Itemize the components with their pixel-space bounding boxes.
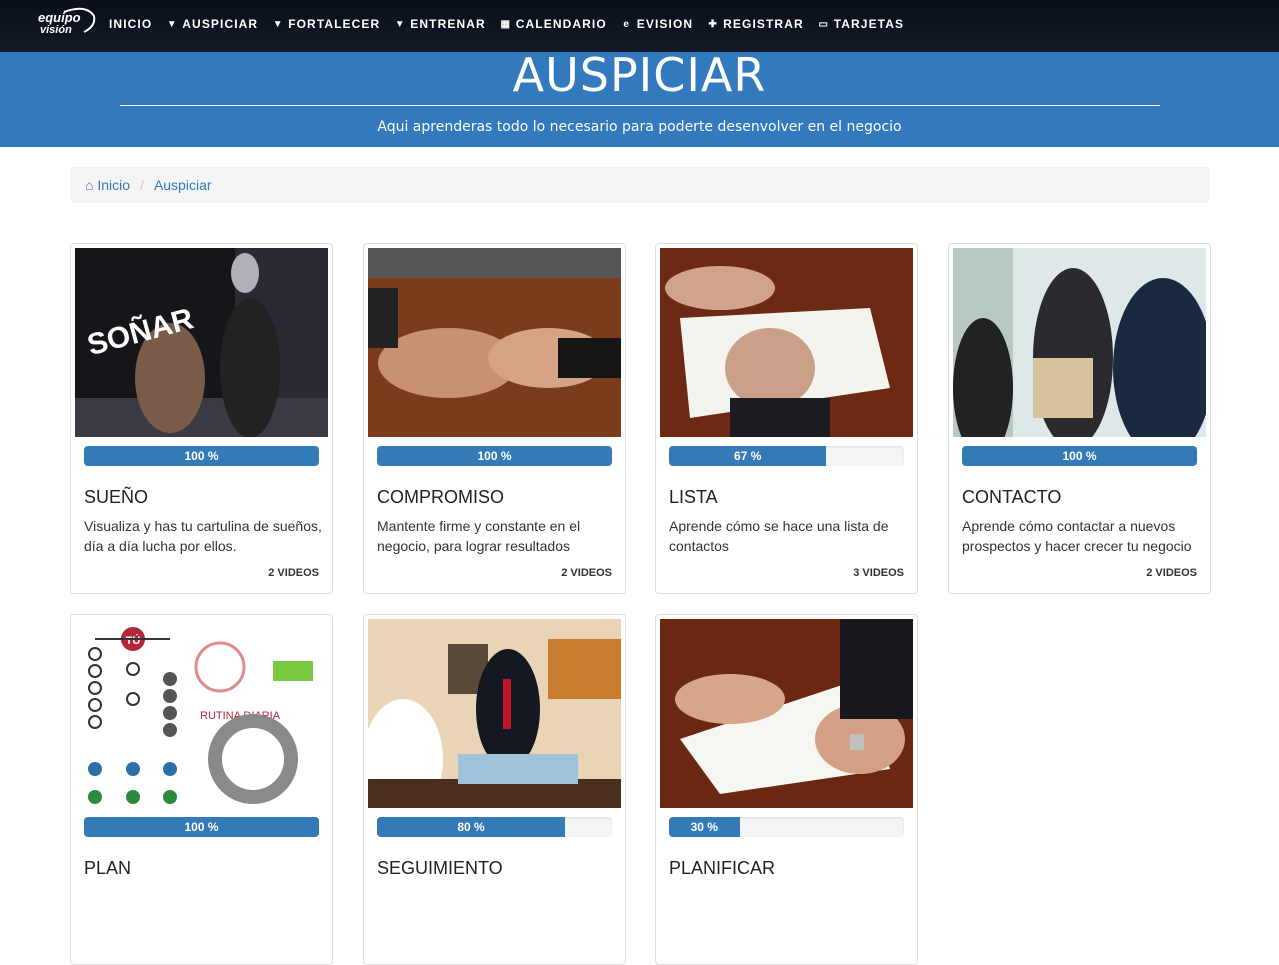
module-description: Mantente firme y constante en el negocio… (377, 518, 581, 554)
module-description: Aprende cómo se hace una lista de contac… (669, 518, 889, 554)
module-card-seguimiento[interactable]: 80 % SEGUIMIENTO (363, 614, 626, 965)
nav-item-label: AUSPICIAR (182, 17, 259, 31)
nav-item-registrar[interactable]: ✚ REGISTRAR (707, 17, 804, 31)
progress-fill: 80 % (377, 817, 565, 837)
nav-item-calendario[interactable]: ▦ CALENDARIO (500, 17, 607, 31)
module-thumbnail[interactable] (660, 619, 913, 808)
progress-fill: 30 % (669, 817, 740, 837)
module-title[interactable]: PLANIFICAR (669, 858, 775, 879)
logo-text-line1: equipo (38, 10, 81, 25)
video-count: 2 VIDEOS (268, 567, 319, 579)
caret-down-icon: ▼ (272, 18, 284, 30)
module-title[interactable]: PLAN (84, 858, 131, 879)
progress-fill: 100 % (962, 446, 1197, 466)
home-icon: ⌂ (85, 177, 94, 193)
progress-bar: 67 % (669, 446, 904, 466)
progress-bar: 100 % (84, 817, 319, 837)
page-subtitle: Aqui aprenderas todo lo necesario para p… (377, 119, 902, 135)
module-title[interactable]: SEGUIMIENTO (377, 858, 503, 879)
progress-bar: 80 % (377, 817, 612, 837)
nav-item-label: EVISION (636, 17, 694, 31)
nav-item-label: ENTRENAR (410, 17, 486, 31)
module-card-planificar[interactable]: 30 % PLANIFICAR (655, 614, 918, 965)
equipo-vision-logo[interactable]: equipo visión (34, 6, 98, 40)
evision-icon: e (623, 18, 631, 30)
module-thumbnail[interactable] (660, 248, 913, 437)
nav-item-inicio[interactable]: INICIO (109, 17, 152, 31)
module-thumbnail[interactable]: TÚ RUTINA DIARIA (75, 619, 328, 808)
nav-item-label: CALENDARIO (515, 17, 607, 31)
module-thumbnail[interactable] (368, 248, 621, 437)
nav-item-label: TARJETAS (833, 17, 905, 31)
breadcrumb-current[interactable]: Auspiciar (154, 177, 212, 193)
module-title[interactable]: SUEÑO (84, 487, 148, 508)
module-card-lista[interactable]: 67 % LISTA Aprende cómo se hace una lista … (655, 243, 918, 594)
module-description: Aprende cómo contactar a nuevos prospect… (962, 518, 1192, 554)
caret-down-icon: ▼ (394, 18, 406, 30)
video-count: 3 VIDEOS (853, 567, 904, 579)
nav-item-auspiciar[interactable]: ▼ AUSPICIAR (166, 17, 258, 31)
nav-item-tarjetas[interactable]: ▭ TARJETAS (818, 17, 904, 31)
progress-bar: 100 % (962, 446, 1197, 466)
breadcrumb: ⌂ Inicio / Auspiciar (70, 167, 1210, 203)
module-thumbnail[interactable]: SOÑAR (75, 248, 328, 437)
progress-fill: 100 % (84, 817, 319, 837)
caret-down-icon: ▼ (166, 18, 178, 30)
progress-fill: 67 % (669, 446, 827, 466)
breadcrumb-separator: / (140, 177, 144, 193)
module-description: Visualiza y has tu cartulina de sueños, … (84, 518, 322, 554)
logo-text-line2: visión (40, 24, 72, 36)
page-title: AUSPICIAR (512, 48, 767, 102)
nav-item-fortalecer[interactable]: ▼ FORTALECER (272, 17, 380, 31)
module-title[interactable]: LISTA (669, 487, 718, 508)
svg-text:TÚ: TÚ (126, 634, 141, 647)
nav-item-entrenar[interactable]: ▼ ENTRENAR (394, 17, 485, 31)
video-count: 2 VIDEOS (1146, 567, 1197, 579)
breadcrumb-home-link[interactable]: ⌂ Inicio (85, 177, 130, 193)
progress-fill: 100 % (84, 446, 319, 466)
video-count: 2 VIDEOS (561, 567, 612, 579)
nav-item-label: FORTALECER (288, 17, 381, 31)
progress-bar: 100 % (84, 446, 319, 466)
progress-bar: 100 % (377, 446, 612, 466)
progress-bar: 30 % (669, 817, 904, 837)
breadcrumb-home-label: Inicio (97, 177, 131, 193)
title-divider (120, 105, 1160, 106)
module-title[interactable]: COMPROMISO (377, 487, 504, 508)
module-title[interactable]: CONTACTO (962, 487, 1061, 508)
progress-fill: 100 % (377, 446, 612, 466)
module-card-compromiso[interactable]: 100 % COMPROMISO Mantente firme y constant… (363, 243, 626, 594)
top-navbar: equipo visión INICIO ▼ AUSPICIAR ▼ FORTALECE… (0, 0, 1279, 52)
nav-menu: INICIO ▼ AUSPICIAR ▼ FORTALECER ▼ ENTRENAR ▦ CAL… (109, 17, 918, 31)
calendar-icon: ▦ (500, 18, 512, 30)
module-thumbnail[interactable] (368, 619, 621, 808)
nav-item-label: INICIO (109, 17, 153, 31)
id-card-icon: ▭ (818, 18, 830, 30)
module-card-plan[interactable]: TÚ RUTINA DIARIA 100 % PLAN (70, 614, 333, 965)
module-thumbnail[interactable] (953, 248, 1206, 437)
page-header: AUSPICIAR Aqui aprenderas todo lo necesa… (0, 52, 1279, 147)
module-card-contacto[interactable]: 100 % CONTACTO Aprende cómo contactar a nu… (948, 243, 1211, 594)
module-card-sueño[interactable]: SOÑAR 100 % SUEÑO Visualiza y has tu cartul… (70, 243, 333, 594)
user-plus-icon: ✚ (708, 18, 718, 30)
nav-item-label: REGISTRAR (723, 17, 804, 31)
nav-item-evision[interactable]: e EVISION (621, 17, 693, 31)
